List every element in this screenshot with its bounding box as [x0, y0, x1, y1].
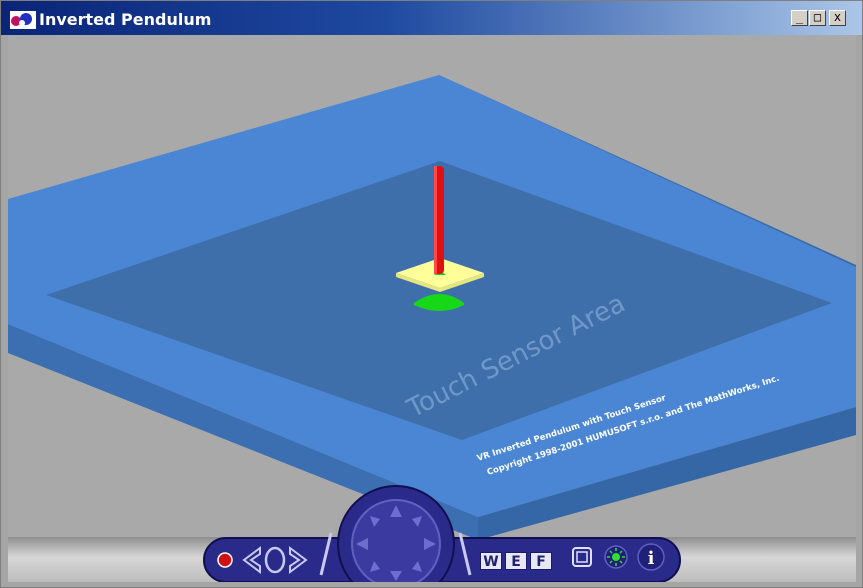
app-icon	[10, 11, 36, 29]
headlight-icon	[612, 553, 620, 561]
examine-mode-button[interactable]: E	[505, 552, 527, 570]
info-icon: i	[648, 548, 655, 569]
fly-mode-button[interactable]: F	[530, 552, 552, 570]
maximize-button[interactable]: □	[809, 10, 826, 26]
window-title: Inverted Pendulum	[39, 10, 212, 29]
minimize-button[interactable]: _	[791, 10, 808, 26]
vr-scene-viewport[interactable]: Touch Sensor Area VR Inverted Pendulum w…	[8, 35, 856, 582]
title-bar[interactable]: Inverted Pendulum _ □ x	[1, 1, 862, 35]
vr-navigation-panel: i W E F	[8, 35, 856, 582]
walk-mode-button[interactable]: W	[480, 552, 502, 570]
close-button[interactable]: x	[829, 10, 846, 26]
nav-panel-graphic: i	[203, 485, 681, 582]
record-button[interactable]	[217, 552, 233, 568]
app-window: Inverted Pendulum _ □ x Touch Sensor Are…	[0, 0, 863, 588]
